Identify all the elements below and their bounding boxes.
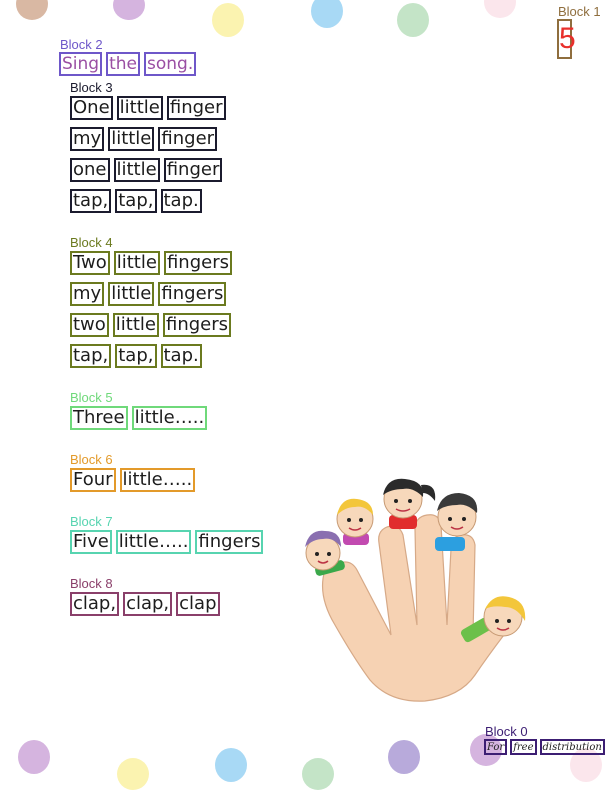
word: fingers xyxy=(163,251,232,275)
footer-line: For free distribution xyxy=(484,739,605,755)
word: little xyxy=(108,127,155,151)
block-1-label: Block 1 xyxy=(558,4,601,19)
verse-line: Five little….. fingers xyxy=(70,530,264,554)
word: fingers xyxy=(195,530,264,554)
word: my xyxy=(70,127,105,151)
word: tap, xyxy=(70,189,112,213)
verse-line: tap, tap, tap. xyxy=(70,189,202,213)
word: Four xyxy=(70,468,116,492)
block-3-label: Block 3 xyxy=(70,80,113,95)
word: song. xyxy=(144,52,197,76)
word: little xyxy=(113,251,160,275)
verse-line: clap, clap, clap xyxy=(70,592,220,616)
dot xyxy=(212,3,244,37)
word: little….. xyxy=(115,530,192,554)
block-5-label: Block 5 xyxy=(70,390,113,405)
word: one xyxy=(70,158,110,182)
word: my xyxy=(70,282,105,306)
word: tap. xyxy=(160,189,202,213)
instruction-line: Sing the song. xyxy=(59,52,197,76)
dot xyxy=(117,758,149,790)
word: the xyxy=(106,52,140,76)
word: tap, xyxy=(70,344,112,368)
word: little xyxy=(112,313,159,337)
word: Two xyxy=(70,251,110,275)
block-0-label: Block 0 xyxy=(485,724,528,739)
word: One xyxy=(70,96,113,120)
word: little xyxy=(108,282,155,306)
dot xyxy=(215,748,247,782)
verse-line: my little fingers xyxy=(70,282,227,306)
word: fingers xyxy=(163,313,232,337)
page-number: 5 xyxy=(557,19,576,59)
block-6-label: Block 6 xyxy=(70,452,113,467)
word: free xyxy=(510,739,537,755)
word: tap. xyxy=(160,344,202,368)
word: Sing xyxy=(59,52,103,76)
verse-line: tap, tap, tap. xyxy=(70,344,202,368)
block-8-label: Block 8 xyxy=(70,576,113,591)
verse-line: two little fingers xyxy=(70,313,232,337)
word: little….. xyxy=(119,468,196,492)
hand-with-five-finger-puppets-icon xyxy=(305,478,526,702)
dot xyxy=(311,0,343,28)
word: clap xyxy=(176,592,220,616)
word: finger xyxy=(163,158,223,182)
word: finger xyxy=(166,96,226,120)
verse-line: my little finger xyxy=(70,127,218,151)
word: finger xyxy=(158,127,218,151)
dot xyxy=(18,740,50,774)
word: fingers xyxy=(158,282,227,306)
word: little xyxy=(116,96,163,120)
word: tap, xyxy=(115,344,157,368)
verse-line: one little finger xyxy=(70,158,223,182)
word: little….. xyxy=(131,406,208,430)
word: Three xyxy=(70,406,128,430)
block-4-label: Block 4 xyxy=(70,235,113,250)
dot xyxy=(388,740,420,774)
verse-line: Three little….. xyxy=(70,406,208,430)
block-7-label: Block 7 xyxy=(70,514,113,529)
verse-line: Four little….. xyxy=(70,468,196,492)
word: clap, xyxy=(70,592,120,616)
verse-line: One little finger xyxy=(70,96,226,120)
verse-line: Two little fingers xyxy=(70,251,232,275)
word: Five xyxy=(70,530,112,554)
word: For xyxy=(484,739,508,755)
word: little xyxy=(113,158,160,182)
block-2-label: Block 2 xyxy=(60,37,103,52)
dot xyxy=(113,0,145,20)
dot xyxy=(397,3,429,37)
dot xyxy=(16,0,48,20)
dot xyxy=(484,0,516,18)
word: clap, xyxy=(123,592,173,616)
word: distribution xyxy=(539,739,605,755)
word: two xyxy=(70,313,109,337)
dot xyxy=(302,758,334,790)
word: tap, xyxy=(115,189,157,213)
